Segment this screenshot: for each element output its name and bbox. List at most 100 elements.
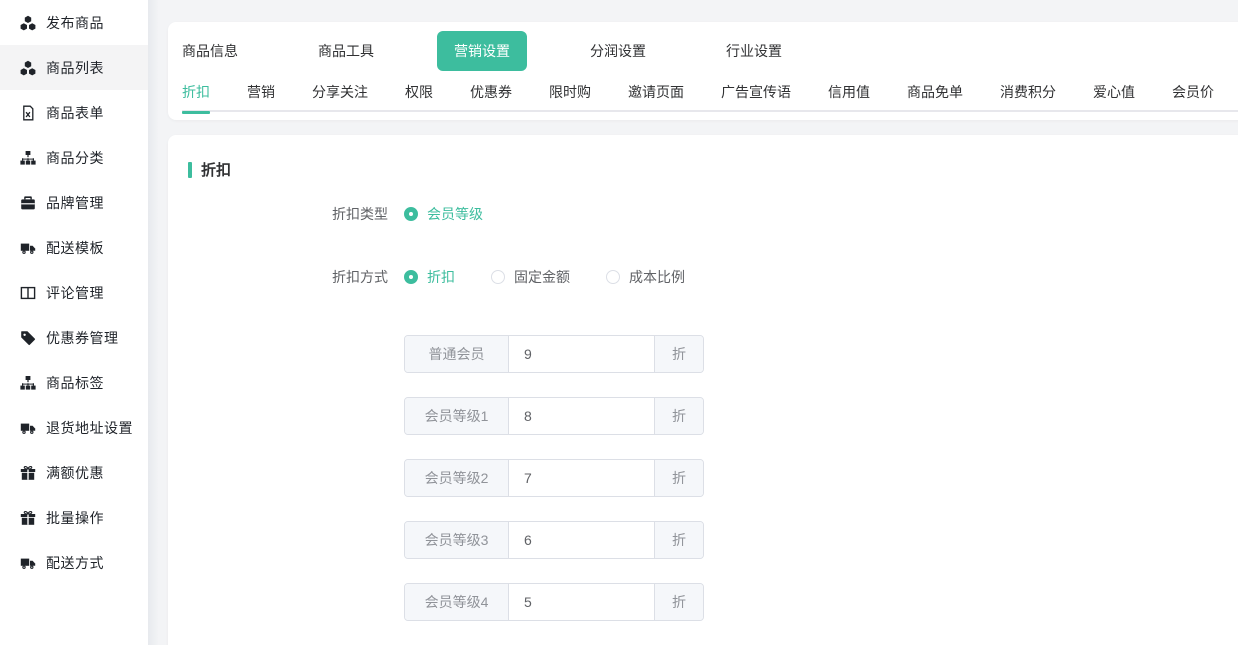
briefcase-icon (20, 195, 36, 211)
main-area: 商品信息 商品工具 营销设置 分润设置 行业设置 折扣 营销 分享关注 权限 优惠券 限时购 邀请页… (158, 0, 1238, 645)
sidebar-item-6[interactable]: 评论管理 (0, 270, 148, 315)
secondary-tab-3[interactable]: 权限 (405, 82, 433, 112)
columns-icon (20, 285, 36, 301)
tabs-card: 商品信息 商品工具 营销设置 分润设置 行业设置 折扣 营销 分享关注 权限 优惠券 限时购 邀请页… (168, 22, 1238, 120)
sitemap-icon (20, 375, 36, 391)
secondary-tab-9[interactable]: 商品免单 (907, 82, 963, 112)
sidebar-item-3[interactable]: 商品分类 (0, 135, 148, 180)
truck-icon (20, 555, 36, 571)
section-header: 折扣 (188, 159, 1238, 180)
level-discount-input[interactable] (509, 336, 654, 372)
sidebar-item-label: 配送模板 (46, 238, 104, 258)
sidebar-item-label: 商品分类 (46, 148, 104, 168)
level-name-label: 会员等级4 (405, 584, 509, 620)
discount-mode-option-1[interactable]: 固定金额 (491, 267, 570, 287)
level-name-label: 会员等级2 (405, 460, 509, 496)
level-discount-input[interactable] (509, 460, 654, 496)
sidebar-item-11[interactable]: 批量操作 (0, 495, 148, 540)
discount-unit-suffix: 折 (654, 460, 703, 496)
sidebar-item-12[interactable]: 配送方式 (0, 540, 148, 585)
discount-type-label: 折扣类型 (188, 204, 388, 224)
level-discount-input[interactable] (509, 584, 654, 620)
section-title: 折扣 (201, 159, 231, 180)
level-discount-row-4: 会员等级4 折 (404, 583, 704, 621)
secondary-tab-2[interactable]: 分享关注 (312, 82, 368, 112)
radio-icon[interactable] (606, 270, 620, 284)
level-discount-row-1: 会员等级1折 (404, 397, 704, 435)
radio-icon[interactable] (491, 270, 505, 284)
sidebar-item-label: 评论管理 (46, 283, 104, 303)
sidebar-item-label: 满额优惠 (46, 463, 104, 483)
secondary-tab-8[interactable]: 信用值 (828, 82, 870, 112)
truck-icon (20, 240, 36, 256)
secondary-tab-0[interactable]: 折扣 (182, 82, 210, 112)
sidebar-item-label: 发布商品 (46, 13, 104, 33)
sidebar-item-label: 退货地址设置 (46, 418, 133, 438)
sidebar-item-0[interactable]: 发布商品 (0, 0, 148, 45)
discount-unit-suffix: 折 (654, 584, 703, 620)
level-discount-row-0: 普通会员折 (404, 335, 704, 373)
sidebar-item-label: 商品列表 (46, 58, 104, 78)
level-discount-input[interactable] (509, 522, 654, 558)
sidebar-item-5[interactable]: 配送模板 (0, 225, 148, 270)
secondary-tab-6[interactable]: 邀请页面 (628, 82, 684, 112)
sidebar-item-8[interactable]: 商品标签 (0, 360, 148, 405)
primary-tab-3[interactable]: 分润设置 (590, 41, 646, 61)
primary-tab-1[interactable]: 商品工具 (318, 41, 374, 61)
level-discount-list: 普通会员折会员等级1折会员等级2折会员等级3折会员等级4折 (404, 335, 1238, 621)
secondary-tab-5[interactable]: 限时购 (549, 82, 591, 112)
sitemap-icon (20, 150, 36, 166)
discount-mode-label: 折扣方式 (188, 267, 388, 287)
sidebar-item-2[interactable]: 商品表单 (0, 90, 148, 135)
sidebar-menu: 发布商品商品列表商品表单商品分类品牌管理配送模板评论管理优惠券管理商品标签退货地… (0, 0, 148, 585)
discount-mode-option-0[interactable]: 折扣 (404, 267, 455, 287)
sidebar-item-4[interactable]: 品牌管理 (0, 180, 148, 225)
truck-icon (20, 420, 36, 436)
radio-option-label: 固定金额 (514, 267, 570, 287)
radio-option-label: 会员等级 (427, 204, 483, 224)
tags-icon (20, 330, 36, 346)
sidebar: 发布商品商品列表商品表单商品分类品牌管理配送模板评论管理优惠券管理商品标签退货地… (0, 0, 148, 645)
file-x-icon (20, 105, 36, 121)
level-name-label: 会员等级3 (405, 522, 509, 558)
level-discount-row-2: 会员等级2 折 (404, 459, 704, 497)
sidebar-item-label: 商品表单 (46, 103, 104, 123)
sidebar-item-label: 配送方式 (46, 553, 104, 573)
primary-tab-4[interactable]: 行业设置 (726, 41, 782, 61)
secondary-tab-4[interactable]: 优惠券 (470, 82, 512, 112)
secondary-tab-11[interactable]: 爱心值 (1093, 82, 1135, 112)
sidebar-item-7[interactable]: 优惠券管理 (0, 315, 148, 360)
secondary-tab-7[interactable]: 广告宣传语 (721, 82, 791, 112)
discount-form: 折扣类型 会员等级折扣方式 折扣 固定金额 成本比例 (188, 204, 1238, 287)
gift-icon (20, 465, 36, 481)
discount-type-option-0[interactable]: 会员等级 (404, 204, 483, 224)
level-name-label: 普通会员 (405, 336, 509, 372)
primary-tab-0[interactable]: 商品信息 (182, 41, 238, 61)
discount-mode-option-2[interactable]: 成本比例 (606, 267, 685, 287)
discount-unit-suffix: 折 (654, 522, 703, 558)
radio-option-label: 折扣 (427, 267, 455, 287)
secondary-tab-1[interactable]: 营销 (247, 82, 275, 112)
radio-option-label: 成本比例 (629, 267, 685, 287)
content-card: 折扣 折扣类型会员等级折扣方式折扣固定金额成本比例 普通会员折会员等级1折会员等… (168, 135, 1238, 645)
level-discount-input[interactable] (509, 398, 654, 434)
sidebar-item-1[interactable]: 商品列表 (0, 45, 148, 90)
sidebar-item-10[interactable]: 满额优惠 (0, 450, 148, 495)
discount-mode-options: 折扣 固定金额 成本比例 (404, 267, 721, 287)
secondary-tab-12[interactable]: 会员价 (1172, 82, 1214, 112)
radio-icon[interactable] (404, 270, 418, 284)
sidebar-gutter (148, 0, 158, 645)
discount-type-options: 会员等级 (404, 204, 519, 224)
level-discount-row-3: 会员等级3 折 (404, 521, 704, 559)
secondary-tab-10[interactable]: 消费积分 (1000, 82, 1056, 112)
level-name-label: 会员等级1 (405, 398, 509, 434)
primary-tab-2[interactable]: 营销设置 (437, 31, 527, 71)
secondary-tabs: 折扣 营销 分享关注 权限 优惠券 限时购 邀请页面 广告宣传语 信用值 商品免单 消费积分 爱心值 会… (182, 82, 1238, 112)
discount-type-row: 折扣类型 会员等级 (188, 204, 1238, 224)
primary-tabs: 商品信息 商品工具 营销设置 分润设置 行业设置 (168, 22, 1238, 80)
gift-icon (20, 510, 36, 526)
sidebar-item-label: 品牌管理 (46, 193, 104, 213)
sidebar-item-label: 优惠券管理 (46, 328, 119, 348)
sidebar-item-9[interactable]: 退货地址设置 (0, 405, 148, 450)
radio-icon[interactable] (404, 207, 418, 221)
